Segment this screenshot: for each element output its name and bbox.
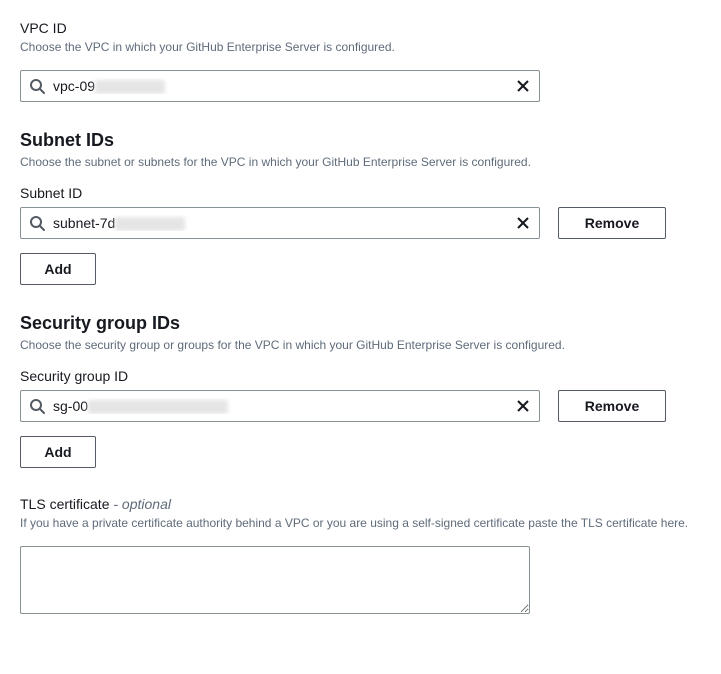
tls-certificate-textarea[interactable]: [20, 546, 530, 614]
clear-icon[interactable]: [515, 78, 531, 94]
add-subnet-button[interactable]: Add: [20, 253, 96, 285]
vpc-id-label: VPC ID: [20, 20, 701, 36]
search-icon: [29, 78, 45, 94]
security-group-id-value: sg-00: [53, 398, 515, 414]
security-group-id-input[interactable]: sg-00: [20, 390, 540, 422]
vpc-id-value: vpc-09: [53, 78, 515, 94]
clear-icon[interactable]: [515, 398, 531, 414]
security-group-id-label: Security group ID: [20, 368, 701, 384]
clear-icon[interactable]: [515, 215, 531, 231]
subnet-id-input[interactable]: subnet-7d: [20, 207, 540, 239]
search-icon: [29, 215, 45, 231]
subnet-id-value: subnet-7d: [53, 215, 515, 231]
tls-certificate-description: If you have a private certificate author…: [20, 514, 701, 532]
security-group-ids-description: Choose the security group or groups for …: [20, 336, 701, 354]
vpc-id-description: Choose the VPC in which your GitHub Ente…: [20, 38, 701, 56]
remove-security-group-button[interactable]: Remove: [558, 390, 666, 422]
add-security-group-button[interactable]: Add: [20, 436, 96, 468]
subnet-ids-description: Choose the subnet or subnets for the VPC…: [20, 153, 701, 171]
remove-subnet-button[interactable]: Remove: [558, 207, 666, 239]
optional-tag: - optional: [109, 496, 170, 512]
subnet-id-label: Subnet ID: [20, 185, 701, 201]
search-icon: [29, 398, 45, 414]
vpc-id-input[interactable]: vpc-09: [20, 70, 540, 102]
subnet-ids-heading: Subnet IDs: [20, 130, 701, 151]
security-group-ids-heading: Security group IDs: [20, 313, 701, 334]
tls-certificate-label: TLS certificate - optional: [20, 496, 701, 512]
